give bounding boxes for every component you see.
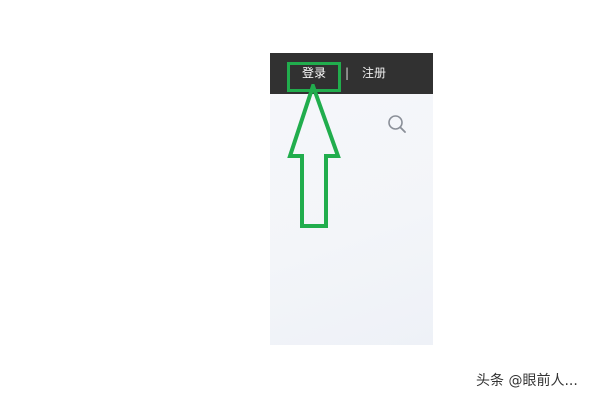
mobile-page-panel: 登录 | 注册 <box>270 53 433 345</box>
search-icon <box>388 115 406 133</box>
top-navigation-bar: 登录 | 注册 <box>270 53 433 94</box>
watermark-text: 头条 @眼前人... <box>476 373 578 389</box>
screenshot-stage: 登录 | 注册 头条 @眼前人... <box>0 0 600 400</box>
nav-divider: | <box>345 66 350 80</box>
login-link[interactable]: 登录 <box>288 63 340 83</box>
search-button[interactable] <box>386 113 408 135</box>
register-link[interactable]: 注册 <box>362 63 386 83</box>
